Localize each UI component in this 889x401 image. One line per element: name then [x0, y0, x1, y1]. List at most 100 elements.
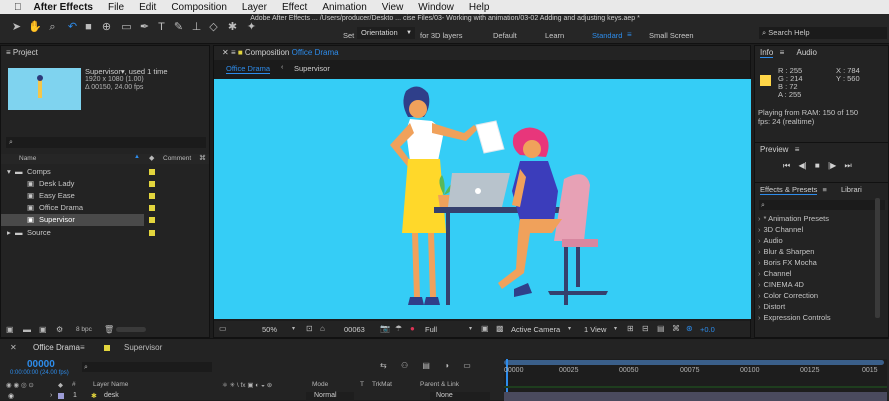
- project-row-desk-lady[interactable]: ▣ Desk Lady: [1, 178, 209, 190]
- timeline-timecode[interactable]: 00000: [27, 359, 55, 370]
- settings-icon[interactable]: ⚙: [56, 325, 63, 334]
- work-area-bar[interactable]: [504, 360, 884, 365]
- menu-composition[interactable]: Composition: [171, 2, 227, 13]
- exposure-value[interactable]: +0.0: [700, 325, 715, 334]
- menu-icon[interactable]: ≡: [6, 48, 13, 57]
- last-frame-icon[interactable]: ⏭: [844, 161, 851, 170]
- selection-tool-icon[interactable]: ➤: [10, 21, 23, 34]
- lock-icon[interactable]: ■: [238, 48, 245, 57]
- disclosure-icon[interactable]: ▸: [7, 227, 11, 239]
- tab-audio[interactable]: Audio: [796, 48, 816, 57]
- disclosure-icon[interactable]: ▾: [7, 166, 11, 178]
- new-folder-icon[interactable]: ▬: [23, 325, 31, 334]
- menu-icon[interactable]: ≡: [795, 145, 800, 154]
- effect-category[interactable]: › Audio: [758, 236, 783, 245]
- comp-flowchart-icon[interactable]: ⇆: [380, 361, 387, 370]
- tab-info[interactable]: Info: [760, 48, 774, 58]
- label-icon[interactable]: ◆: [149, 154, 154, 162]
- effect-category[interactable]: › Channel: [758, 269, 791, 278]
- resolution-dropdown[interactable]: Full: [425, 325, 437, 334]
- effects-title[interactable]: Effects & Presets: [760, 185, 818, 195]
- tab-libraries[interactable]: Librari: [841, 185, 862, 194]
- menu-file[interactable]: File: [108, 2, 124, 13]
- timeline-icon[interactable]: ▤: [657, 324, 665, 333]
- workspace-default[interactable]: Default: [493, 31, 517, 40]
- project-row-office-drama[interactable]: ▣ Office Drama: [1, 202, 209, 214]
- time-ruler[interactable]: [504, 359, 887, 401]
- effects-search[interactable]: ⌕: [759, 200, 885, 210]
- timeline-search[interactable]: ⌕: [82, 362, 212, 372]
- project-search[interactable]: ⌕: [6, 137, 206, 148]
- parent-col[interactable]: Parent & Link: [420, 381, 459, 388]
- view-layout-dropdown[interactable]: 1 View: [584, 325, 606, 334]
- graph-editor-icon[interactable]: ▭: [463, 361, 471, 370]
- disclosure-icon[interactable]: ›: [50, 392, 52, 399]
- camera-dropdown[interactable]: Active Camera: [511, 325, 560, 334]
- menu-layer[interactable]: Layer: [242, 2, 267, 13]
- visibility-icon[interactable]: ◉: [8, 392, 14, 400]
- trash-icon[interactable]: 🗑: [104, 325, 114, 334]
- color-channels-icon[interactable]: ●: [410, 324, 415, 333]
- frame-blend-icon[interactable]: ▤: [422, 361, 430, 370]
- transparency-grid-icon[interactable]: ▩: [496, 324, 504, 333]
- comp-tab-office-drama[interactable]: Office Drama: [226, 64, 271, 74]
- shy-icon[interactable]: ⚇: [401, 361, 408, 370]
- col-name[interactable]: Name: [19, 155, 36, 162]
- fast-previews-icon[interactable]: ⊟: [642, 324, 649, 333]
- chevron-down-icon[interactable]: ▾: [568, 325, 571, 332]
- camera-tool-icon[interactable]: ■: [82, 21, 95, 34]
- sort-icon[interactable]: ▲: [134, 154, 140, 160]
- project-scrollbar[interactable]: [116, 327, 146, 332]
- magnify-icon[interactable]: ▭: [219, 324, 227, 333]
- menu-help[interactable]: Help: [469, 2, 490, 13]
- new-comp-icon[interactable]: ▣: [39, 325, 47, 334]
- workspace-small-screen[interactable]: Small Screen: [649, 31, 694, 40]
- timeline-tab-supervisor[interactable]: Supervisor: [124, 341, 162, 355]
- chevron-down-icon[interactable]: ▾: [614, 325, 617, 332]
- snapshot-icon[interactable]: ⌂: [320, 324, 325, 333]
- bpc-label[interactable]: 8 bpc: [76, 326, 92, 333]
- project-row-source[interactable]: ▸ ▬ Source: [1, 227, 209, 239]
- camera-icon[interactable]: 📷: [380, 324, 390, 333]
- effect-category[interactable]: › CINEMA 4D: [758, 280, 804, 289]
- effect-category[interactable]: › Color Correction: [758, 291, 818, 300]
- region-of-interest-icon[interactable]: ▣: [481, 324, 489, 333]
- flowchart-icon[interactable]: ⌘: [199, 154, 206, 162]
- current-time[interactable]: 00063: [344, 325, 365, 334]
- close-icon[interactable]: ✕: [222, 48, 231, 57]
- zoom-tool-icon[interactable]: ⌕: [46, 21, 59, 34]
- prev-frame-icon[interactable]: ◀|: [798, 161, 806, 170]
- comp-tab-supervisor[interactable]: Supervisor: [294, 64, 330, 73]
- grid-icon[interactable]: ⊡: [306, 324, 313, 333]
- first-frame-icon[interactable]: ⏮: [783, 161, 790, 170]
- col-comment[interactable]: Comment: [163, 155, 191, 162]
- rotate-tool-icon[interactable]: ↶: [66, 21, 79, 34]
- project-row-comps[interactable]: ▾ ▬ Comps: [1, 166, 209, 178]
- workspace-learn[interactable]: Learn: [545, 31, 564, 40]
- stop-icon[interactable]: ■: [815, 161, 820, 170]
- menu-window[interactable]: Window: [418, 2, 454, 13]
- apple-icon[interactable]: : [14, 2, 22, 13]
- exposure-icon[interactable]: ⊛: [686, 324, 693, 333]
- chevron-down-icon[interactable]: ▾: [292, 325, 295, 332]
- pan-behind-tool-icon[interactable]: ⊕: [100, 21, 113, 34]
- workspace-menu-icon[interactable]: ≡: [627, 30, 632, 39]
- effect-category[interactable]: › * Animation Presets: [758, 214, 829, 223]
- show-snapshot-icon[interactable]: ☂: [395, 324, 402, 333]
- menu-icon[interactable]: ≡: [822, 185, 826, 194]
- layer-name[interactable]: desk: [104, 392, 119, 399]
- hand-tool-icon[interactable]: ✋: [28, 21, 42, 34]
- toggle-pixel-icon[interactable]: ⊞: [627, 324, 634, 333]
- composition-canvas[interactable]: [214, 79, 751, 319]
- trkmat-col[interactable]: TrkMat: [372, 381, 392, 388]
- chevron-down-icon[interactable]: ▾: [469, 325, 472, 332]
- menu-effect[interactable]: Effect: [282, 2, 307, 13]
- label-color[interactable]: [58, 393, 64, 399]
- close-icon[interactable]: ✕: [10, 341, 17, 355]
- menu-edit[interactable]: Edit: [139, 2, 156, 13]
- next-frame-icon[interactable]: |▶: [828, 161, 836, 170]
- menu-app-name[interactable]: After Effects: [34, 2, 93, 13]
- workspace-standard[interactable]: Standard: [592, 31, 622, 40]
- project-row-supervisor[interactable]: ▣ Supervisor: [1, 214, 144, 226]
- search-help-field[interactable]: ⌕ Search Help: [759, 27, 887, 39]
